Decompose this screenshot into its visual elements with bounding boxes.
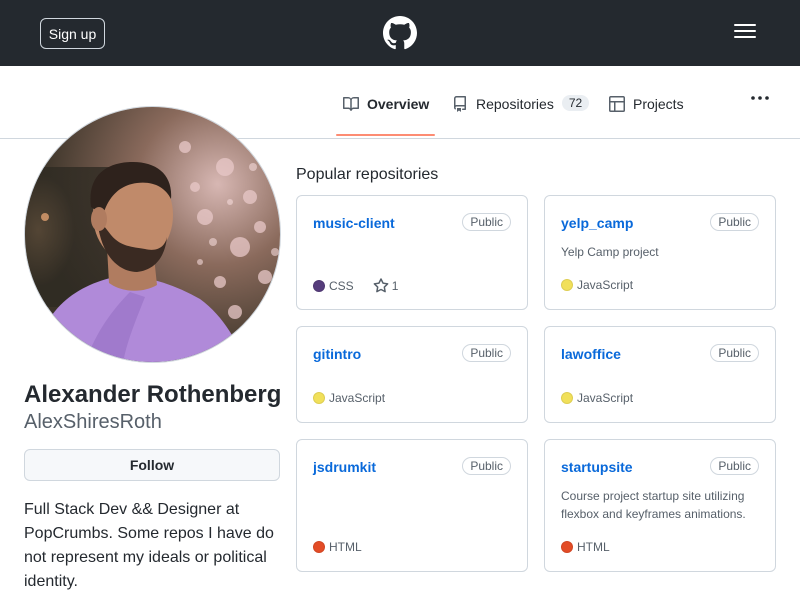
repo-language: CSS: [329, 279, 354, 293]
repo-link[interactable]: yelp_camp: [561, 215, 633, 231]
repo-meta: JavaScript: [561, 278, 633, 292]
repo-card: startupsite Public Course project startu…: [544, 439, 776, 572]
star-icon: [373, 278, 389, 293]
repo-card: music-client Public CSS 1: [296, 195, 528, 310]
language-color-dot: [561, 541, 573, 553]
follow-button[interactable]: Follow: [24, 449, 280, 481]
repo-language: JavaScript: [577, 391, 634, 405]
tab-repositories-label: Repositories: [476, 96, 554, 112]
repo-icon: [454, 96, 466, 112]
repo-card: yelp_camp Public Yelp Camp project JavaS…: [544, 195, 776, 310]
repo-meta: JavaScript: [561, 391, 633, 405]
tab-projects[interactable]: Projects: [609, 96, 684, 132]
tab-overview[interactable]: Overview: [336, 96, 435, 136]
top-header: Sign up: [0, 0, 800, 66]
star-count: 1: [391, 279, 399, 293]
repositories-count-badge: 72: [561, 95, 590, 111]
avatar: [24, 106, 281, 363]
repo-meta: CSS 1: [313, 278, 398, 294]
visibility-badge: Public: [710, 457, 759, 475]
book-icon: [343, 97, 359, 111]
language-color-dot: [313, 541, 325, 553]
hamburger-icon[interactable]: [734, 24, 756, 42]
visibility-badge: Public: [462, 213, 511, 231]
stargazers-link[interactable]: 1: [373, 278, 399, 294]
repo-description: Yelp Camp project: [561, 245, 659, 259]
profile-bio: Full Stack Dev && Designer at PopCrumbs.…: [24, 501, 274, 590]
repo-language: JavaScript: [329, 391, 386, 405]
language-color-dot: [561, 279, 573, 291]
repo-card: lawoffice Public JavaScript: [544, 326, 776, 423]
repo-meta: HTML: [561, 540, 610, 554]
github-mark-icon[interactable]: [383, 16, 417, 50]
repo-language: HTML: [329, 540, 362, 554]
visibility-badge: Public: [710, 213, 759, 231]
repo-description: Course project startup site utilizing fl…: [561, 489, 746, 521]
visibility-badge: Public: [462, 344, 511, 362]
tab-projects-label: Projects: [633, 96, 684, 112]
language-color-dot: [313, 392, 325, 404]
kebab-icon[interactable]: [750, 90, 770, 101]
repo-language: JavaScript: [577, 278, 634, 292]
active-tab-underline: [336, 134, 435, 136]
popular-repositories-heading: Popular repositories: [296, 166, 439, 183]
profile-name: Alexander Rothenberg: [24, 381, 282, 408]
tab-overview-label: Overview: [367, 96, 430, 112]
tab-repositories[interactable]: Repositories 72: [452, 95, 590, 132]
repo-link[interactable]: gitintro: [313, 346, 361, 362]
repo-link[interactable]: lawoffice: [561, 346, 621, 362]
repo-meta: JavaScript: [313, 391, 385, 405]
language-color-dot: [561, 392, 573, 404]
table-icon: [609, 96, 625, 112]
language-color-dot: [313, 280, 325, 292]
repo-meta: HTML: [313, 540, 362, 554]
visibility-badge: Public: [710, 344, 759, 362]
visibility-badge: Public: [462, 457, 511, 475]
repo-card: jsdrumkit Public HTML: [296, 439, 528, 572]
repo-link[interactable]: jsdrumkit: [313, 459, 376, 475]
repo-link[interactable]: music-client: [313, 215, 395, 231]
sign-up-button[interactable]: Sign up: [40, 18, 105, 49]
profile-login: AlexShiresRoth: [24, 411, 162, 433]
repo-language: HTML: [577, 540, 610, 554]
repo-link[interactable]: startupsite: [561, 459, 633, 475]
repo-card: gitintro Public JavaScript: [296, 326, 528, 423]
